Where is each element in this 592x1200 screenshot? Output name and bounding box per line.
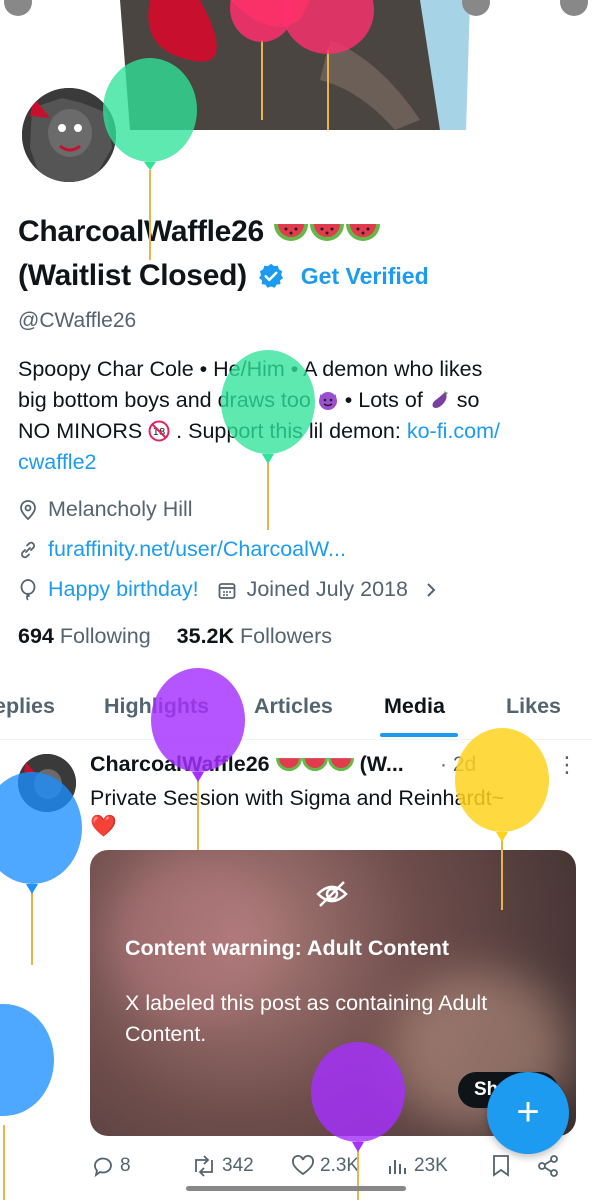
display-name-line2: (Waitlist Closed) <box>18 259 247 292</box>
like-icon <box>292 1155 314 1176</box>
smiling-devil-icon <box>318 392 337 410</box>
link-icon <box>21 541 35 558</box>
more-options-icon[interactable]: ⋮ <box>556 752 578 778</box>
views-icon <box>389 1160 406 1174</box>
no-under-18-icon: 18 <box>148 420 170 442</box>
bio-line-2: big bottom boys and draws too • Lots of … <box>18 388 480 412</box>
post-avatar-image <box>18 754 76 812</box>
bookmark-button[interactable] <box>490 1154 512 1178</box>
tab-likes[interactable]: Likes <box>506 694 561 719</box>
following-link[interactable]: 694 Following <box>18 624 151 648</box>
bio-line-1: Spoopy Char Cole • He/Him • A demon who … <box>18 357 483 381</box>
display-name: CharcoalWaffle26 <box>18 210 578 254</box>
home-indicator[interactable] <box>186 1186 406 1191</box>
display-name-line1: CharcoalWaffle26 <box>18 215 264 248</box>
balloon-icon <box>20 578 36 601</box>
eye-off-icon <box>316 881 348 907</box>
watermelon-icon <box>327 758 354 772</box>
website-link[interactable]: furaffinity.net/user/CharcoalW... <box>48 537 346 562</box>
calendar-icon <box>218 582 235 599</box>
location-row: Melancholy Hill <box>18 497 193 522</box>
watermelon-icon <box>309 223 344 241</box>
post-text: Private Session with Sigma and Reinhardt… <box>90 786 505 838</box>
post-author[interactable]: CharcoalWaffle26 (W... <box>90 752 404 777</box>
location-icon <box>20 499 36 520</box>
post-avatar[interactable] <box>18 754 76 812</box>
bio-line-4: cwaffle2 <box>18 447 578 478</box>
follow-counts: 694 Following 35.2K Followers <box>18 624 332 649</box>
like-button[interactable]: 2.3K <box>290 1154 359 1178</box>
reply-button[interactable]: 8 <box>90 1154 131 1178</box>
heart-emoji: ❤️ <box>90 814 117 838</box>
watermelon-icon <box>345 223 380 241</box>
kofi-link-cont[interactable]: cwaffle2 <box>18 450 96 474</box>
repost-button[interactable]: 342 <box>190 1154 254 1178</box>
joined-text: Joined July 2018 <box>246 577 408 601</box>
post-actions: 8 342 2.3K 23K <box>90 1154 570 1184</box>
watermelon-icon <box>275 758 302 772</box>
avatar-image <box>22 88 116 182</box>
birthday-text[interactable]: Happy birthday! <box>48 577 199 602</box>
birthday-joined-row: Happy birthday! Joined July 2018 <box>18 577 450 602</box>
followers-link[interactable]: 35.2K Followers <box>177 624 332 648</box>
post-timestamp[interactable]: · 2d <box>440 753 476 777</box>
bio-line-3: NO MINORS 18 . Support this lil demon: k… <box>18 419 501 443</box>
verified-badge-icon[interactable] <box>257 262 285 290</box>
tab-articles[interactable]: Articles <box>254 694 333 719</box>
watermelon-icon <box>273 223 308 241</box>
profile-avatar[interactable] <box>18 84 120 186</box>
reply-icon <box>94 1157 112 1178</box>
location-text: Melancholy Hill <box>48 497 193 521</box>
share-icon <box>538 1155 558 1177</box>
repost-icon <box>195 1155 213 1177</box>
tab-highlights[interactable]: Highlights <box>104 694 209 719</box>
profile-bio: Spoopy Char Cole • He/Him • A demon who … <box>18 354 578 478</box>
bookmark-icon <box>493 1155 509 1177</box>
website-row: furaffinity.net/user/CharcoalW... <box>18 537 346 562</box>
tab-media[interactable]: Media <box>384 694 445 719</box>
get-verified-link[interactable]: Get Verified <box>301 263 429 290</box>
watermelon-icon <box>301 758 328 772</box>
share-button[interactable] <box>536 1154 560 1178</box>
profile-handle: @CWaffle26 <box>18 309 137 332</box>
profile-tabs: eplies Highlights Articles Media Likes <box>0 686 592 740</box>
chevron-right-icon[interactable] <box>422 580 440 600</box>
profile-name-block: CharcoalWaffle26 (Waitlist Closed) Get V… <box>18 210 578 298</box>
compose-button[interactable]: + <box>487 1072 569 1154</box>
eggplant-icon <box>432 391 448 408</box>
views-button[interactable]: 23K <box>386 1154 448 1178</box>
content-warning-title: Content warning: Adult Content <box>125 936 450 960</box>
kofi-link[interactable]: ko-fi.com/ <box>407 419 500 443</box>
active-tab-indicator <box>380 733 458 737</box>
content-warning-desc: X labeled this post as containing Adult … <box>125 991 488 1046</box>
tab-replies[interactable]: eplies <box>0 694 55 719</box>
